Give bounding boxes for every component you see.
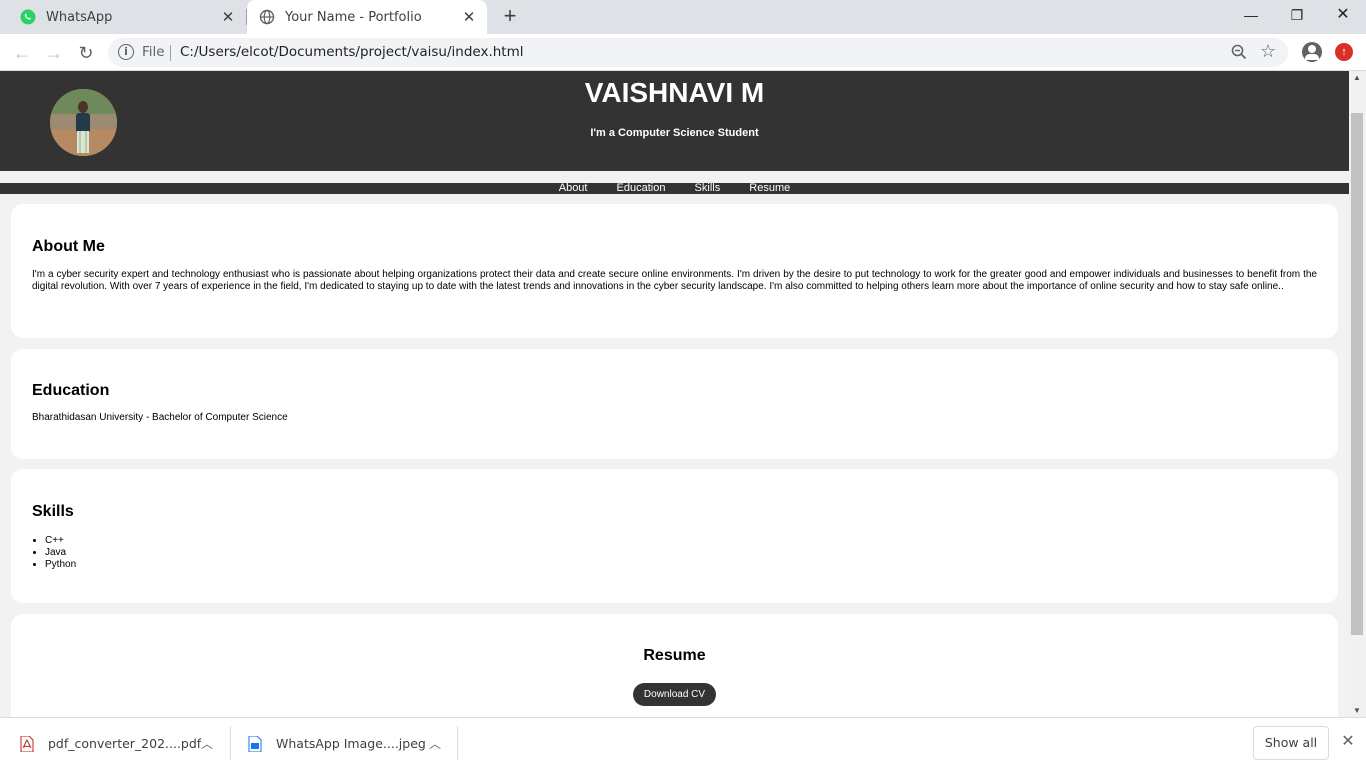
- close-tab-icon[interactable]: ✕: [220, 9, 236, 25]
- pdf-file-icon: [20, 735, 34, 752]
- download-shelf: pdf_converter_202....pdf ︿ WhatsApp Imag…: [0, 717, 1366, 768]
- skills-list: C++ Java Python: [32, 535, 1317, 571]
- profile-avatar-icon[interactable]: [1302, 42, 1322, 62]
- skill-item: Java: [45, 547, 1317, 559]
- globe-icon: [259, 9, 275, 25]
- skill-item: C++: [45, 535, 1317, 547]
- download-item[interactable]: WhatsApp Image....jpeg ︿: [248, 718, 448, 769]
- resume-heading: Resume: [643, 647, 706, 664]
- chevron-up-icon[interactable]: ︿: [429, 735, 441, 752]
- restore-icon[interactable]: ❐: [1274, 0, 1320, 30]
- address-bar[interactable]: i File C:/Users/elcot/Documents/project/…: [108, 38, 1288, 67]
- about-heading: About Me: [32, 238, 105, 255]
- omnibox-divider: [170, 45, 171, 61]
- zoom-icon[interactable]: [1230, 43, 1248, 61]
- reload-icon[interactable]: ↻: [74, 41, 98, 65]
- tab-whatsapp[interactable]: WhatsApp ✕: [8, 0, 246, 34]
- download-cv-button[interactable]: Download CV: [632, 683, 717, 706]
- tab-portfolio[interactable]: Your Name - Portfolio ✕: [247, 0, 487, 34]
- minimize-icon[interactable]: —: [1228, 0, 1274, 30]
- scroll-up-icon[interactable]: ▲: [1353, 73, 1361, 82]
- site-tagline: I'm a Computer Science Student: [590, 127, 759, 139]
- education-heading: Education: [32, 382, 110, 399]
- close-shelf-icon[interactable]: ✕: [1340, 733, 1356, 749]
- download-divider: [457, 726, 458, 760]
- site-info-icon[interactable]: i: [118, 44, 134, 60]
- download-divider: [230, 726, 231, 760]
- scrollbar-thumb[interactable]: [1351, 113, 1363, 635]
- tab-title: Your Name - Portfolio: [285, 9, 422, 25]
- nav-link-skills[interactable]: Skills: [695, 182, 721, 194]
- tab-strip: WhatsApp ✕ Your Name - Portfolio ✕ + — ❐…: [0, 0, 1366, 34]
- download-filename: WhatsApp Image....jpeg: [276, 736, 426, 751]
- site-name: VAISHNAVI M: [584, 77, 765, 108]
- page-scrollbar[interactable]: ▲ ▼: [1349, 71, 1366, 717]
- new-tab-icon[interactable]: +: [499, 5, 521, 28]
- skills-section: Skills C++ Java Python: [11, 469, 1338, 603]
- nav-link-education[interactable]: Education: [617, 182, 666, 194]
- download-filename: pdf_converter_202....pdf: [48, 736, 202, 751]
- url-scheme-label: File: [142, 44, 165, 60]
- url-text[interactable]: C:/Users/elcot/Documents/project/vaisu/i…: [180, 44, 524, 60]
- show-all-button[interactable]: Show all: [1253, 726, 1329, 760]
- back-icon[interactable]: ←: [10, 41, 34, 65]
- tab-title: WhatsApp: [46, 9, 113, 25]
- close-window-icon[interactable]: ✕: [1320, 0, 1366, 30]
- download-item[interactable]: pdf_converter_202....pdf ︿: [20, 718, 220, 769]
- chevron-up-icon[interactable]: ︿: [201, 735, 213, 752]
- nav-link-about[interactable]: About: [559, 182, 588, 194]
- update-icon[interactable]: ↑: [1335, 43, 1353, 61]
- page-viewport: VAISHNAVI M I'm a Computer Science Stude…: [0, 71, 1349, 717]
- about-text: I'm a cyber security expert and technolo…: [32, 269, 1317, 292]
- resume-section: Resume Download CV: [11, 614, 1338, 717]
- site-header: VAISHNAVI M I'm a Computer Science Stude…: [0, 71, 1349, 171]
- skills-heading: Skills: [32, 503, 74, 520]
- skill-item: Python: [45, 559, 1317, 571]
- about-section: About Me I'm a cyber security expert and…: [11, 204, 1338, 338]
- site-nav: About Education Skills Resume: [0, 183, 1349, 194]
- browser-toolbar: ← → ↻ i File C:/Users/elcot/Documents/pr…: [0, 34, 1366, 71]
- whatsapp-icon: [20, 9, 36, 25]
- scroll-down-icon[interactable]: ▼: [1353, 706, 1361, 715]
- education-text: Bharathidasan University - Bachelor of C…: [32, 412, 288, 423]
- education-section: Education Bharathidasan University - Bac…: [11, 349, 1338, 459]
- forward-icon[interactable]: →: [42, 41, 66, 65]
- close-tab-icon[interactable]: ✕: [461, 9, 477, 25]
- image-file-icon: [248, 735, 262, 752]
- bookmark-star-icon[interactable]: ☆: [1260, 41, 1280, 62]
- nav-link-resume[interactable]: Resume: [749, 182, 790, 194]
